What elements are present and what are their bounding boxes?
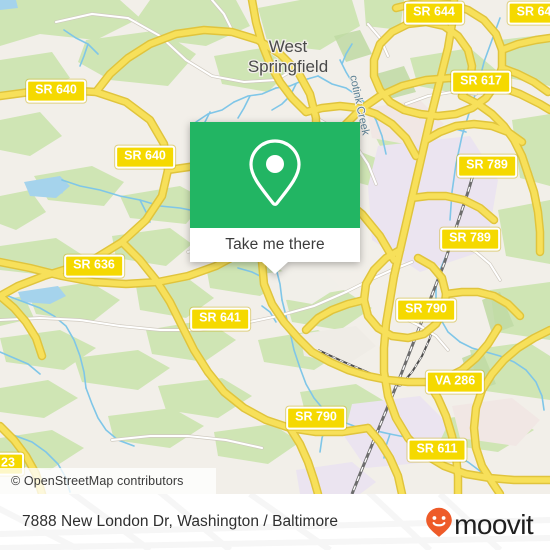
road-shield: SR 641 [190, 307, 250, 331]
road-shield: SR 636 [64, 254, 124, 278]
callout-pointer [262, 262, 288, 274]
road-shield-label: SR 790 [295, 409, 337, 424]
moovit-map-screenshot: West Springfield cotink Creek SR 644 SR 6… [0, 0, 550, 550]
take-me-there-label: Take me there [225, 236, 325, 253]
road-shield: SR 644 [404, 1, 464, 25]
road-shield: SR 64 [507, 1, 550, 25]
road-shield-label: SR 789 [466, 157, 508, 172]
moovit-pin-smiley-icon [425, 507, 453, 542]
road-shield: SR 790 [396, 298, 456, 322]
road-shield-label: SR 640 [35, 82, 77, 97]
road-shield-label: SR 636 [73, 257, 115, 272]
road-shield: SR 789 [440, 227, 500, 251]
road-shield-label: SR 64 [516, 4, 550, 19]
road-shield: SR 640 [115, 145, 175, 169]
footer-bar: 7888 New London Dr, Washington / Baltimo… [0, 494, 550, 550]
moovit-wordmark: moovit [454, 508, 533, 540]
road-shield: SR 790 [286, 406, 346, 430]
road-shield-label: SR 790 [405, 301, 447, 316]
openstreetmap-attribution: © OpenStreetMap contributors [0, 468, 216, 494]
road-shield-label: SR 617 [460, 73, 502, 88]
road-shield-label: SR 641 [199, 310, 241, 325]
take-me-there-callout[interactable]: Take me there [190, 122, 360, 274]
road-shield-label: SR 611 [416, 441, 458, 456]
map-pin-icon [246, 137, 304, 214]
road-shield-label: SR 644 [413, 4, 455, 19]
road-shield-label: VA 286 [434, 373, 476, 388]
callout-action-row[interactable]: Take me there [190, 228, 360, 262]
callout-pin-area [190, 122, 360, 228]
road-shield-label: SR 640 [124, 148, 166, 163]
road-shield: VA 286 [425, 370, 485, 394]
address-label: 7888 New London Dr, Washington / Baltimo… [22, 513, 339, 530]
moovit-logo[interactable]: moovit [425, 507, 534, 542]
road-shield: SR 611 [407, 438, 467, 462]
road-shield: SR 640 [26, 79, 86, 103]
road-shield: SR 617 [451, 70, 511, 94]
attribution-text: © OpenStreetMap contributors [11, 474, 184, 488]
road-shield: SR 789 [457, 154, 517, 178]
road-shield-label: SR 789 [449, 230, 491, 245]
